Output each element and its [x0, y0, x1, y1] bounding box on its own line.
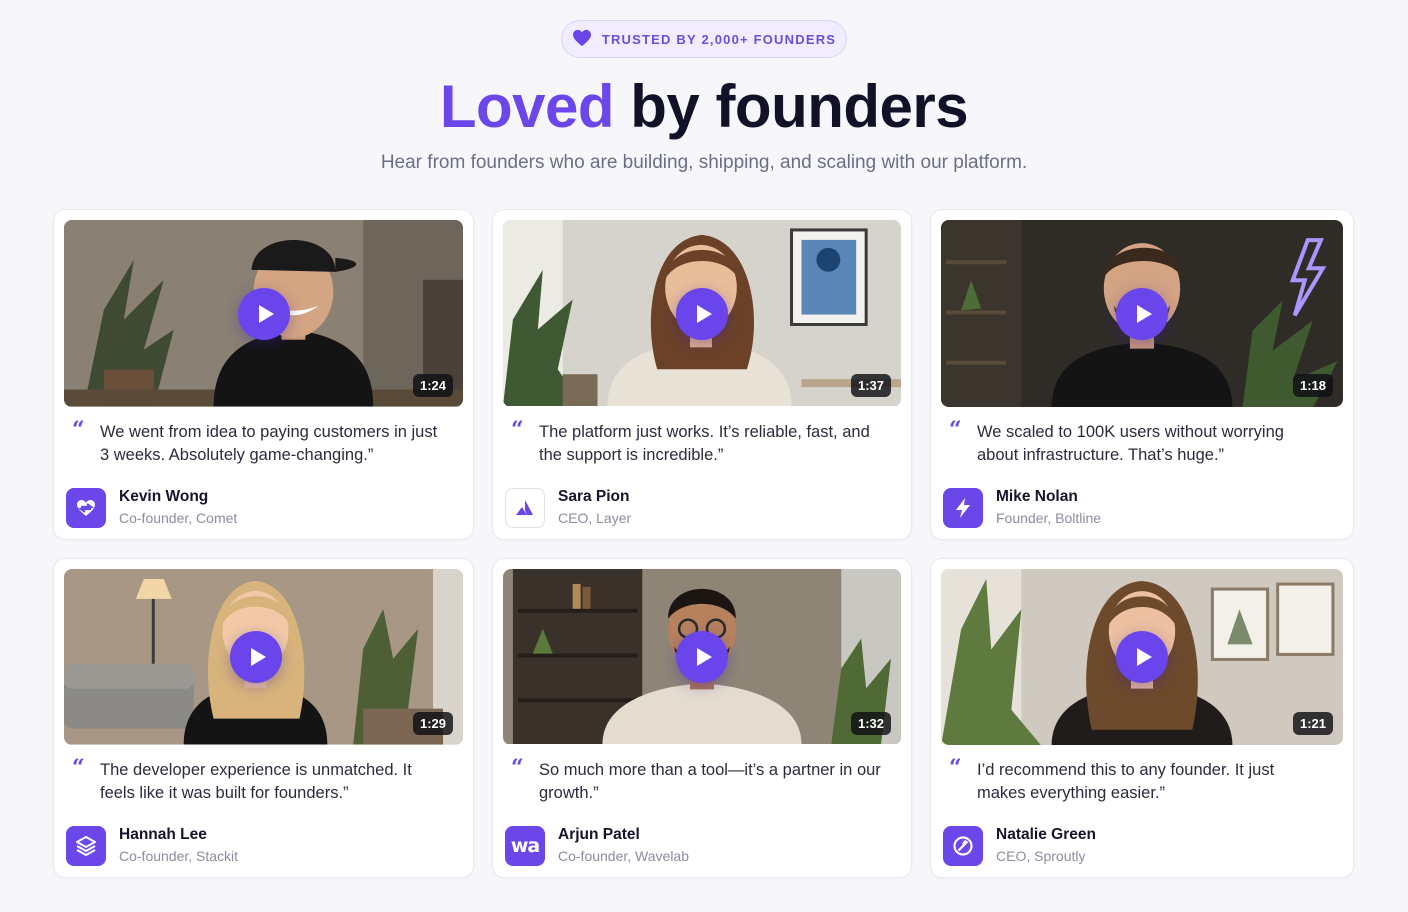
- author-role: Founder, Boltline: [996, 510, 1102, 526]
- video-duration: 1:32: [850, 712, 891, 735]
- wa-logo-icon: wa: [505, 825, 545, 866]
- author-role: Co-founder, Stackit: [119, 848, 239, 864]
- quote-text: The platform just works. It’s reliable, …: [539, 423, 870, 464]
- author-name: Kevin Wong: [119, 488, 209, 505]
- play-button[interactable]: [676, 631, 728, 683]
- testimonial-card: 1:29 “ The developer experience is unmat…: [53, 558, 474, 878]
- testimonial-card: 1:24 “ We went from idea to paying custo…: [53, 209, 474, 540]
- bolt-logo-icon: [943, 487, 983, 528]
- author-name: Natalie Green: [996, 826, 1096, 843]
- testimonial-card: 1:18 “ We scaled to 100K users without w…: [930, 209, 1354, 540]
- quote-text: I’d recommend this to any founder. It ju…: [977, 761, 1275, 802]
- heart-icon: [572, 29, 592, 50]
- quote-text: The developer experience is unmatched. I…: [100, 761, 412, 802]
- testimonial-quote: “ So much more than a tool—it’s a partne…: [503, 755, 901, 811]
- testimonial-quote: “ We went from idea to paying customers …: [64, 417, 463, 473]
- trusted-badge: TRUSTED BY 2,000+ FOUNDERS: [561, 20, 847, 58]
- title-rest: by founders: [630, 73, 969, 140]
- video-thumbnail[interactable]: 1:29: [64, 569, 463, 745]
- quote-icon: “: [72, 417, 85, 443]
- play-icon: [1137, 648, 1152, 666]
- author-role: Co-founder, Wavelab: [558, 848, 689, 864]
- page-subtitle: Hear from founders who are building, shi…: [380, 152, 1028, 173]
- quote-icon: “: [949, 417, 962, 443]
- video-duration: 1:21: [1292, 712, 1333, 735]
- video-thumbnail[interactable]: 1:37: [503, 220, 901, 407]
- testimonial-quote: “ The platform just works. It’s reliable…: [503, 417, 901, 473]
- video-duration: 1:37: [850, 374, 891, 397]
- video-thumbnail[interactable]: 1:18: [941, 220, 1343, 407]
- testimonial-quote: “ I’d recommend this to any founder. It …: [941, 755, 1343, 811]
- author: wa Arjun Patel Co-founder, Wavelab: [503, 825, 901, 866]
- play-icon: [697, 648, 712, 666]
- author-name: Sara Pion: [558, 488, 630, 505]
- testimonial-card: 1:32 “ So much more than a tool—it’s a p…: [492, 558, 912, 878]
- author-name: Mike Nolan: [996, 488, 1078, 505]
- play-icon: [250, 648, 266, 666]
- author: Sara Pion CEO, Layer: [503, 487, 901, 528]
- video-duration: 1:24: [412, 374, 453, 397]
- author-name: Hannah Lee: [119, 826, 207, 843]
- testimonial-card: 1:21 “ I’d recommend this to any founder…: [930, 558, 1354, 878]
- quote-icon: “: [511, 417, 524, 443]
- quote-icon: “: [511, 755, 524, 781]
- play-button[interactable]: [237, 287, 290, 340]
- video-duration: 1:18: [1292, 374, 1333, 397]
- sprout-logo-icon: [943, 825, 983, 866]
- author-role: CEO, Sproutly: [996, 848, 1086, 864]
- play-button[interactable]: [229, 631, 282, 683]
- quote-text: We went from idea to paying customers in…: [100, 423, 438, 464]
- heart-logo-icon: [66, 487, 106, 528]
- testimonial-quote: “ The developer experience is unmatched.…: [64, 755, 463, 811]
- play-button[interactable]: [1116, 631, 1168, 683]
- play-icon: [697, 304, 712, 323]
- testimonial-quote: “ We scaled to 100K users without worryi…: [941, 417, 1343, 473]
- play-icon: [258, 304, 274, 323]
- quote-icon: “: [72, 755, 85, 781]
- badge-label: TRUSTED BY 2,000+ FOUNDERS: [601, 31, 837, 47]
- title-accent: Loved: [439, 73, 615, 140]
- quote-text: We scaled to 100K users without worrying…: [977, 423, 1284, 464]
- author: Natalie Green CEO, Sproutly: [941, 825, 1343, 866]
- testimonial-grid: 1:24 “ We went from idea to paying custo…: [53, 209, 1355, 878]
- stack-logo-icon: [66, 825, 106, 866]
- page-title: Loved by founders: [0, 72, 1408, 142]
- author-name: Arjun Patel: [558, 826, 640, 843]
- author: Mike Nolan Founder, Boltline: [941, 487, 1343, 528]
- video-duration: 1:29: [412, 712, 453, 735]
- author-role: Co-founder, Comet: [119, 510, 238, 526]
- video-thumbnail[interactable]: 1:24: [64, 220, 463, 407]
- play-button[interactable]: [1116, 287, 1168, 340]
- author: Kevin Wong Co-founder, Comet: [64, 487, 463, 528]
- author: Hannah Lee Co-founder, Stackit: [64, 825, 463, 866]
- video-thumbnail[interactable]: 1:32: [503, 569, 901, 745]
- quote-text: So much more than a tool—it’s a partner …: [539, 761, 881, 802]
- play-button[interactable]: [676, 287, 728, 340]
- testimonial-card: 1:37 “ The platform just works. It’s rel…: [492, 209, 912, 540]
- quote-icon: “: [949, 755, 962, 781]
- play-icon: [1137, 304, 1152, 323]
- testimonials-section: TRUSTED BY 2,000+ FOUNDERS Loved by foun…: [0, 0, 1408, 912]
- wa-logo-text: wa: [510, 834, 540, 857]
- triangle-logo-icon: [505, 487, 545, 528]
- author-role: CEO, Layer: [558, 510, 632, 526]
- video-thumbnail[interactable]: 1:21: [941, 569, 1343, 745]
